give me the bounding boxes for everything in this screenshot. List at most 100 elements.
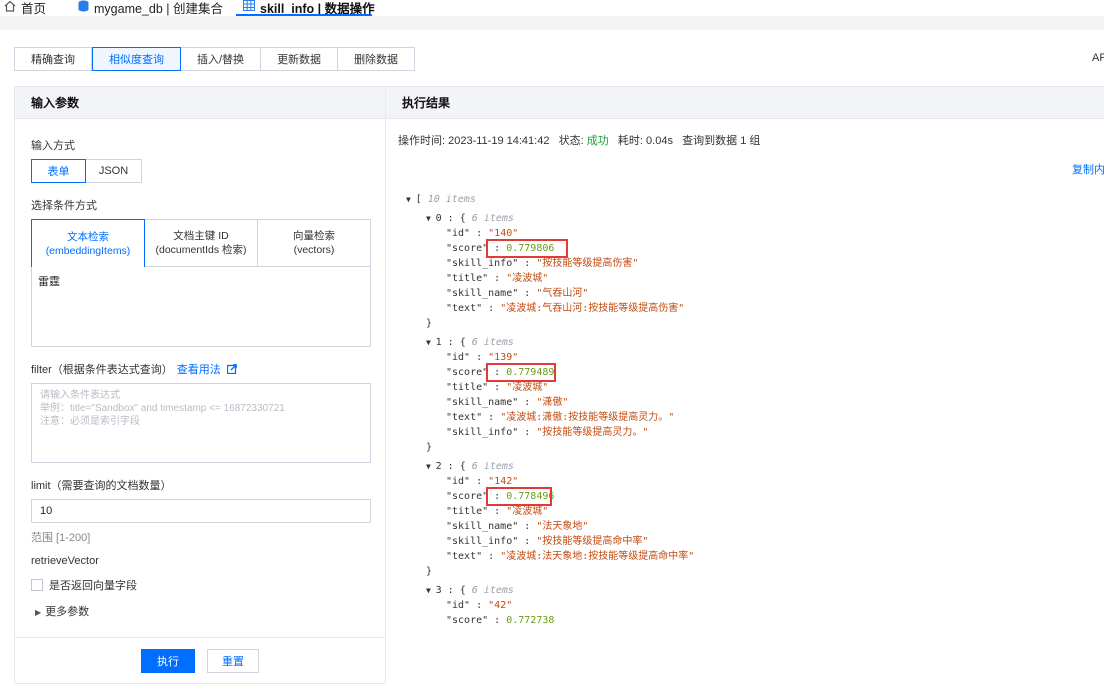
json-field-row: "skill_name" : "法天象地" [446, 521, 589, 532]
collapse-toggle-icon[interactable]: ▼ [406, 195, 416, 204]
score-highlight-box [486, 239, 568, 258]
json-item-row[interactable]: ▼ 0 : { 6 items [426, 212, 514, 226]
option-document-id[interactable]: 文档主键 ID (documentIds 检索) [145, 219, 258, 267]
tab-exact-query[interactable]: 精确查询 [14, 47, 92, 71]
tab-update-data[interactable]: 更新数据 [261, 47, 339, 71]
json-item-row[interactable]: ▼ 3 : { 6 items [426, 584, 514, 598]
input-params-title: 输入参数 [15, 87, 385, 119]
json-key: "title" [446, 382, 489, 393]
json-value: "法天象地" [536, 521, 589, 532]
api-link[interactable]: AP [1092, 52, 1104, 64]
json-value: "140" [488, 228, 519, 239]
operation-card: 精确查询 相似度查询 插入/替换 更新数据 删除数据 AP 输入参数 输入方式 … [0, 30, 1104, 694]
json-value: "凌波城" [506, 506, 549, 517]
mode-json-button[interactable]: JSON [86, 159, 142, 183]
more-params-label: 更多参数 [45, 606, 90, 618]
tab-home[interactable]: 首页 [4, 0, 46, 16]
option-vector-search[interactable]: 向量检索 (vectors) [258, 219, 371, 267]
time-value: 2023-11-19 14:41:42 [448, 135, 550, 147]
json-value: "按技能等级提高伤害" [536, 258, 639, 269]
json-key: "skill_info" [446, 536, 519, 547]
table-icon [243, 0, 255, 14]
json-value: "139" [488, 352, 519, 363]
retrieve-vector-checkbox[interactable]: 是否返回向量字段 [31, 577, 137, 593]
page-background-band [0, 16, 1104, 30]
json-value: "凌波城:气吞山河:按技能等级提高伤害" [500, 303, 685, 314]
result-title: 执行结果 [386, 87, 1104, 119]
filter-usage-link[interactable]: 查看用法 [177, 364, 221, 376]
option-subtitle: (documentIds 检索) [155, 244, 247, 256]
json-item-close: } [426, 566, 433, 577]
collapse-toggle-icon[interactable]: ▼ [426, 462, 436, 471]
score-highlight-box [486, 363, 556, 382]
json-item-row[interactable]: ▼ 2 : { 6 items [426, 460, 514, 474]
option-subtitle: (vectors) [293, 244, 335, 256]
status-badge: 成功 [586, 135, 609, 147]
json-key: "score" [446, 367, 489, 378]
query-type-tabs: 精确查询 相似度查询 插入/替换 更新数据 删除数据 [14, 47, 416, 71]
input-params-panel: 输入参数 输入方式 表单 JSON 选择条件方式 文本检索 (embedding… [14, 86, 386, 684]
json-key: "id" [446, 600, 471, 611]
option-title: 向量检索 [293, 230, 335, 242]
limit-hint: 范围 [1-200] [31, 532, 91, 544]
json-field-row: "text" : "凌波城:潇傲:按技能等级提高灵力。" [446, 412, 675, 423]
search-text-input[interactable]: 雷霆 [31, 267, 371, 347]
reset-button[interactable]: 重置 [207, 649, 259, 673]
item-count: 6 items [471, 337, 514, 348]
mode-form-button[interactable]: 表单 [31, 159, 86, 183]
json-value: "42" [488, 600, 513, 611]
filter-input[interactable]: 请输入条件表达式 举例：title="Sandbox" and timestam… [31, 383, 371, 463]
collapse-toggle-icon[interactable]: ▼ [426, 586, 436, 595]
json-field-row: "id" : "42" [446, 600, 513, 611]
run-button[interactable]: 执行 [141, 649, 195, 673]
json-value: "凌波城" [506, 273, 549, 284]
json-field-row: "skill_name" : "气吞山河" [446, 288, 589, 299]
condition-options: 文本检索 (embeddingItems) 文档主键 ID (documentI… [31, 219, 371, 267]
json-key: "id" [446, 476, 471, 487]
condition-label: 选择条件方式 [31, 200, 97, 212]
checkbox-label: 是否返回向量字段 [49, 580, 137, 592]
json-key: "title" [446, 506, 489, 517]
json-value: "142" [488, 476, 519, 487]
json-key: "score" [446, 243, 489, 254]
tab-insert-replace[interactable]: 插入/替换 [181, 47, 262, 71]
copy-content-link[interactable]: 复制内 [1072, 161, 1104, 177]
more-params-toggle[interactable]: ▶ 更多参数 [35, 603, 89, 619]
option-title: 文本检索 [67, 230, 109, 243]
limit-input[interactable]: 10 [31, 499, 371, 523]
item-count: 10 items [427, 194, 476, 205]
external-link-icon[interactable] [224, 364, 237, 376]
json-root-row[interactable]: ▼ [ 10 items [406, 193, 476, 207]
tab-delete-data[interactable]: 删除数据 [338, 47, 416, 71]
top-tab-bar: 首页 mygame_db | 创建集合 skill_info | 数据操作 [0, 0, 1104, 16]
json-item-close: } [426, 442, 433, 453]
collapse-toggle-icon[interactable]: ▼ [426, 338, 436, 347]
database-icon [78, 0, 89, 15]
item-count: 6 items [471, 213, 514, 224]
json-item-row[interactable]: ▼ 1 : { 6 items [426, 336, 514, 350]
json-value: "按技能等级提高灵力。" [536, 427, 649, 438]
json-key: "skill_name" [446, 521, 519, 532]
cost-value: 0.04s [646, 135, 673, 147]
result-meta: 操作时间: 2023-11-19 14:41:42 状态: 成功 耗时: 0.0… [398, 132, 760, 148]
json-value: "凌波城" [506, 382, 549, 393]
option-text-search[interactable]: 文本检索 (embeddingItems) [31, 219, 145, 267]
filter-label-row: filter（根据条件表达式查询） 查看用法 [31, 361, 237, 377]
time-label: 操作时间: [398, 135, 446, 147]
json-key: "text" [446, 412, 483, 423]
json-key: "skill_name" [446, 288, 519, 299]
json-field-row: "text" : "凌波城:法天象地:按技能等级提高命中率" [446, 551, 695, 562]
tab-similarity-query[interactable]: 相似度查询 [92, 47, 181, 71]
footer-divider [15, 637, 385, 638]
json-field-row: "skill_info" : "按技能等级提高灵力。" [446, 427, 649, 438]
tab-mygame-db[interactable]: mygame_db | 创建集合 [78, 0, 223, 16]
result-panel: 执行结果 操作时间: 2023-11-19 14:41:42 状态: 成功 耗时… [386, 86, 1104, 694]
json-field-row: "skill_info" : "按技能等级提高伤害" [446, 258, 639, 269]
json-field-row: "title" : "凌波城" [446, 382, 549, 393]
json-field-row: "title" : "凌波城" [446, 506, 549, 517]
placeholder-line: 注意：必须是索引字段 [40, 416, 140, 427]
json-key: "skill_info" [446, 427, 519, 438]
checkbox-box[interactable] [31, 579, 43, 591]
collapse-toggle-icon[interactable]: ▼ [426, 214, 436, 223]
limit-label: limit（需要查询的文档数量） [31, 480, 172, 492]
